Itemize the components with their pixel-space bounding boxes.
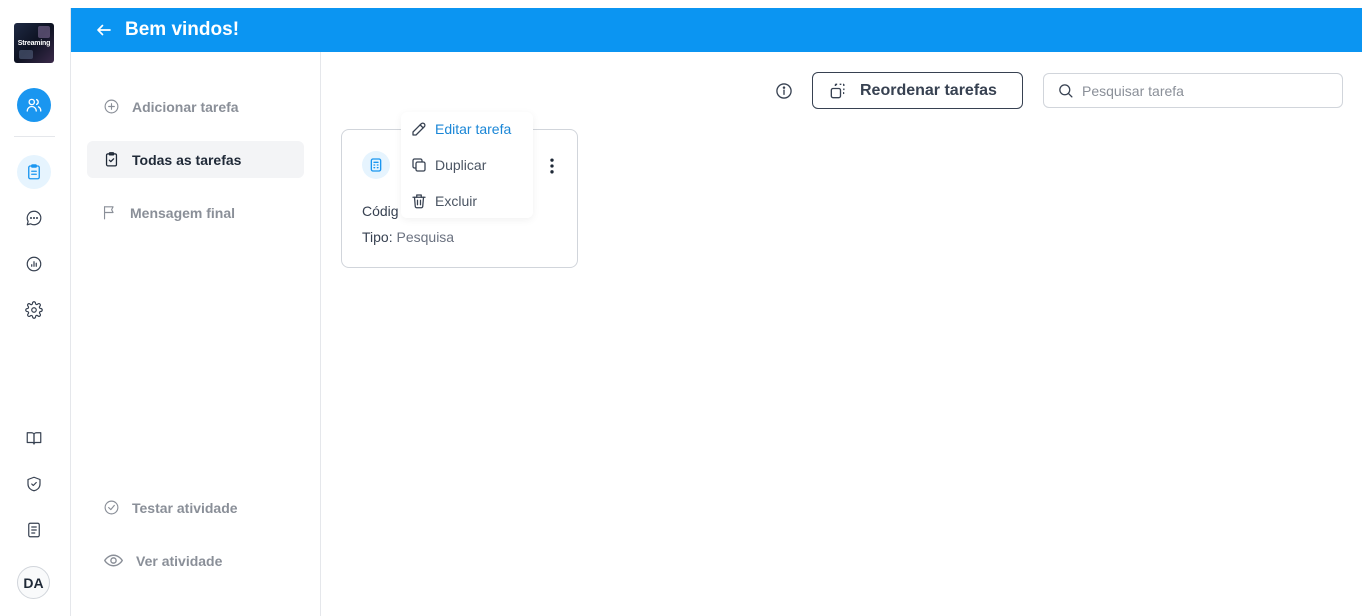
task-type: Tipo: Pesquisa bbox=[362, 229, 454, 245]
sidebar-item-label: Mensagem final bbox=[130, 204, 236, 221]
page-title: Bem vindos! bbox=[125, 19, 240, 40]
logo-text: Streaming bbox=[17, 39, 51, 47]
clipboard-icon bbox=[28, 164, 40, 180]
card-menu-button[interactable] bbox=[542, 154, 562, 178]
menu-item-label: Excluir bbox=[435, 193, 478, 209]
pencil-icon bbox=[412, 122, 426, 136]
plus-circle-icon bbox=[104, 99, 119, 114]
document-icon bbox=[28, 522, 40, 538]
flag-icon bbox=[103, 206, 114, 220]
shield-check-icon bbox=[27, 476, 41, 492]
trash-icon bbox=[412, 194, 426, 209]
avatar[interactable]: DA bbox=[17, 566, 50, 599]
more-vertical-icon bbox=[550, 158, 554, 174]
book-icon bbox=[26, 432, 42, 445]
task-type-label: Tipo: bbox=[362, 229, 393, 245]
chart-icon bbox=[26, 256, 42, 272]
info-button[interactable] bbox=[774, 81, 794, 101]
terms-button[interactable] bbox=[17, 513, 51, 547]
icon-rail: Streaming DA bbox=[0, 8, 71, 616]
users-button[interactable] bbox=[17, 88, 51, 122]
sidebar-item-label: Ver atividade bbox=[136, 552, 223, 569]
task-type-icon bbox=[362, 151, 390, 179]
clipboard-check-icon bbox=[105, 152, 118, 167]
sidebar-item-add-task[interactable]: Adicionar tarefa bbox=[87, 88, 304, 125]
back-button[interactable] bbox=[95, 21, 113, 39]
check-circle-icon bbox=[104, 500, 119, 515]
app-logo[interactable]: Streaming bbox=[14, 23, 54, 63]
arrow-left-icon bbox=[97, 24, 111, 36]
edit-task-menu-item[interactable]: Editar tarefa bbox=[410, 117, 511, 141]
survey-icon bbox=[370, 158, 382, 172]
reorder-tasks-button[interactable]: Reordenar tarefas bbox=[812, 72, 1023, 109]
task-code: Códig bbox=[362, 203, 399, 219]
delete-menu-item[interactable]: Excluir bbox=[410, 189, 477, 213]
search-input[interactable] bbox=[1082, 82, 1322, 99]
sidebar-item-all-tasks[interactable]: Todas as tarefas bbox=[87, 141, 304, 178]
reports-button[interactable] bbox=[17, 247, 51, 281]
app-root: Streaming DA Bem vindos! Adicionar taref… bbox=[0, 0, 1362, 616]
eye-icon bbox=[104, 554, 123, 567]
sidebar-item-label: Adicionar tarefa bbox=[132, 98, 239, 115]
menu-item-label: Duplicar bbox=[435, 157, 487, 173]
task-options-menu: Editar tarefa Duplicar Excluir bbox=[401, 112, 533, 218]
sidebar-item-view-activity[interactable]: Ver atividade bbox=[87, 542, 304, 579]
activity-sidebar: Adicionar tarefa Todas as tarefas Mensag… bbox=[71, 52, 321, 616]
rail-divider bbox=[14, 136, 55, 137]
search-icon bbox=[1059, 84, 1073, 98]
top-header: Bem vindos! bbox=[71, 8, 1362, 52]
settings-button[interactable] bbox=[17, 293, 51, 327]
users-icon bbox=[26, 98, 42, 112]
sidebar-item-label: Todas as tarefas bbox=[132, 151, 242, 168]
reorder-icon bbox=[830, 83, 845, 98]
menu-item-label: Editar tarefa bbox=[435, 121, 512, 137]
security-button[interactable] bbox=[17, 467, 51, 501]
copy-icon bbox=[412, 158, 426, 172]
chat-icon bbox=[26, 210, 42, 226]
duplicate-menu-item[interactable]: Duplicar bbox=[410, 153, 486, 177]
reorder-tasks-label: Reordenar tarefas bbox=[860, 81, 997, 99]
tasks-button[interactable] bbox=[17, 155, 51, 189]
search-box bbox=[1043, 73, 1343, 108]
info-icon bbox=[776, 83, 792, 99]
gear-icon bbox=[25, 301, 43, 319]
chat-button[interactable] bbox=[17, 201, 51, 235]
docs-button[interactable] bbox=[17, 421, 51, 455]
sidebar-item-final-message[interactable]: Mensagem final bbox=[87, 194, 304, 231]
task-type-value: Pesquisa bbox=[396, 229, 455, 245]
sidebar-item-test-activity[interactable]: Testar atividade bbox=[87, 489, 304, 526]
sidebar-item-label: Testar atividade bbox=[132, 499, 238, 516]
